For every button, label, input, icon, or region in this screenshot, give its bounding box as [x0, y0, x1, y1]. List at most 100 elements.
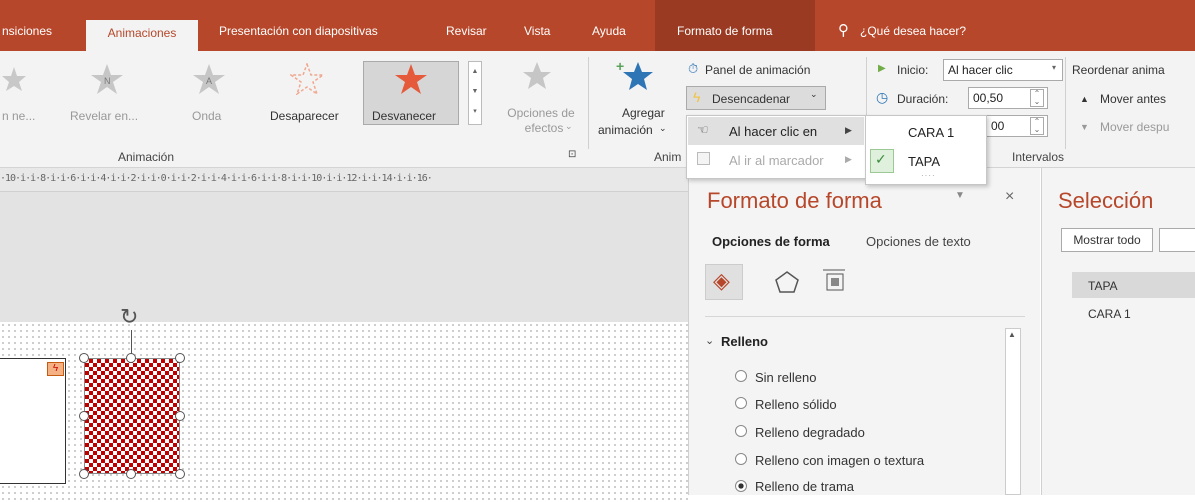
effect-options-button[interactable]: Opciones de — [506, 106, 576, 120]
option-label: Sin relleno — [755, 370, 817, 385]
resize-grip: ···· — [921, 171, 936, 180]
scroll-up-icon[interactable]: ▲ — [1008, 330, 1016, 339]
radio-sin-relleno[interactable] — [735, 370, 747, 382]
duracion-spinner[interactable]: ⌃ ⌄ — [1030, 89, 1044, 107]
mover-despues-button[interactable]: Mover despu — [1100, 120, 1169, 134]
pointer-hand-icon: ☜ — [697, 122, 709, 137]
close-icon[interactable]: × — [1005, 188, 1014, 206]
option-label: Relleno degradado — [755, 425, 865, 440]
shape-cara-1[interactable] — [0, 358, 66, 484]
resize-handle[interactable] — [175, 411, 185, 421]
ocultar-todo-button[interactable] — [1159, 228, 1195, 252]
pentagon-icon[interactable] — [774, 270, 800, 294]
selection-item[interactable]: TAPA — [1088, 279, 1118, 293]
add-animation-star-icon[interactable]: + — [616, 59, 654, 93]
inicio-select[interactable]: Al hacer clic — [943, 59, 1063, 81]
pane-title: Selección — [1058, 188, 1154, 213]
reordenar-label: Reordenar anima — [1072, 63, 1165, 77]
scrollbar[interactable] — [1005, 328, 1021, 495]
gallery-scroll[interactable]: ▲ ▼ ▾ — [468, 61, 482, 125]
option-label: Relleno de trama — [755, 479, 854, 494]
resize-handle[interactable] — [175, 469, 185, 479]
animation-pane-icon: ⏱ — [688, 61, 699, 76]
chevron-down-icon: ⌄ — [565, 121, 573, 131]
trigger-lightning-icon: ϟ — [47, 362, 64, 376]
radio-relleno-imagen[interactable] — [735, 453, 747, 465]
checkmark-glyph: ✓ — [875, 151, 887, 167]
tab-presentacion[interactable]: Presentación con diapositivas — [219, 24, 378, 38]
desencadenar-label: Desencadenar — [712, 92, 791, 106]
resize-handle[interactable] — [126, 469, 136, 479]
agregar-label2: animación — [598, 123, 653, 137]
submenu-arrow-icon: ▶ — [845, 125, 852, 135]
tab-ayuda[interactable]: Ayuda — [592, 24, 626, 38]
trigger-shape-submenu: CARA 1 ✓ TAPA ···· — [865, 115, 987, 185]
chevron-down-icon: ▾ — [1052, 63, 1057, 72]
tab-animaciones[interactable]: Animaciones — [86, 20, 198, 51]
dialog-launcher-icon[interactable]: ⊡ — [568, 149, 576, 160]
resize-handle[interactable] — [79, 469, 89, 479]
resize-handle[interactable] — [126, 353, 136, 363]
pane-options-icon[interactable]: ▼ — [955, 190, 965, 201]
size-properties-icon[interactable] — [821, 268, 847, 294]
rotate-handle-icon[interactable]: ↻ — [120, 304, 138, 330]
tab-transiciones[interactable]: nsiciones — [2, 24, 52, 38]
chevron-down-icon[interactable]: ⌄ — [705, 334, 714, 347]
mover-antes-button[interactable]: Mover antes — [1100, 92, 1166, 106]
horizontal-ruler: ·10·i·i·8·i·i·6·i·i·4·i·i·2·i·i·0·i·i·2·… — [0, 168, 688, 192]
tell-me-search[interactable]: ¿Qué desea hacer? — [860, 24, 966, 38]
panel-animacion-button[interactable]: Panel de animación — [705, 63, 810, 77]
radio-relleno-degradado[interactable] — [735, 425, 747, 437]
resize-handle[interactable] — [175, 353, 185, 363]
submenu-item-tapa[interactable]: TAPA — [908, 154, 940, 169]
clock-icon: ◷ — [876, 89, 889, 105]
radio-relleno-solido[interactable] — [735, 397, 747, 409]
submenu-arrow-icon: ▶ — [845, 154, 852, 164]
chevron-down-icon: ⌄ — [810, 89, 818, 99]
effect-options-star-icon — [523, 62, 551, 89]
option-label: Relleno con imagen o textura — [755, 453, 925, 468]
tab-formato-de-forma[interactable]: Formato de forma — [677, 24, 772, 38]
divider — [705, 316, 1025, 317]
pane-title: Formato de forma — [707, 188, 882, 213]
menu-item-al-ir-marcador: Al ir al marcador — [729, 153, 824, 168]
chevron-down-icon: ⌄ — [659, 123, 667, 133]
wave-star-icon[interactable]: A — [192, 63, 226, 95]
anim-item-label: Desvanecer — [372, 109, 437, 123]
selection-pane: Selección Mostrar todo TAPA CARA 1 — [1041, 168, 1195, 495]
inicio-label: Inicio: — [897, 63, 929, 77]
shape-tapa[interactable] — [84, 358, 180, 474]
slide-editor-area: ϟ ↻ — [0, 192, 688, 502]
ribbon: N A n ne... Revelar en... Onda Desaparec… — [0, 51, 1195, 168]
disappear-star-icon[interactable] — [290, 63, 324, 95]
selection-item[interactable]: CARA 1 — [1088, 307, 1131, 321]
group-label-intervalos: Intervalos — [1012, 150, 1065, 164]
mostrar-todo-button[interactable]: Mostrar todo — [1061, 228, 1153, 252]
divider — [1065, 57, 1066, 149]
tab-revisar[interactable]: Revisar — [446, 24, 487, 38]
lightbulb-icon: ⚲ — [838, 22, 849, 39]
duracion-label: Duración: — [897, 92, 949, 106]
agregar-button[interactable]: Agregar — [622, 106, 665, 120]
svg-text:A: A — [206, 76, 212, 86]
resize-handle[interactable] — [79, 353, 89, 363]
group-label-anim: Anim — [654, 150, 682, 164]
divider — [588, 57, 589, 149]
star-effect-icon — [2, 67, 26, 91]
tab-opciones-texto[interactable]: Opciones de texto — [866, 234, 971, 249]
reveal-star-icon[interactable]: N — [90, 63, 124, 95]
anim-item-label: Onda — [192, 109, 222, 123]
tab-vista[interactable]: Vista — [524, 24, 550, 38]
submenu-item-cara1[interactable]: CARA 1 — [908, 125, 954, 140]
radio-relleno-trama[interactable] — [735, 480, 747, 492]
down-arrow-icon: ▼ — [1080, 122, 1089, 132]
resize-handle[interactable] — [79, 411, 89, 421]
tab-opciones-forma[interactable]: Opciones de forma — [712, 234, 830, 249]
svg-text:N: N — [104, 76, 111, 86]
retraso-spinner[interactable]: ⌃ ⌄ — [1030, 117, 1044, 135]
lightning-icon: ϟ — [693, 89, 701, 105]
anim-item-label: Revelar en... — [70, 109, 139, 123]
svg-text:+: + — [616, 59, 624, 74]
section-relleno[interactable]: Relleno — [721, 334, 768, 349]
fade-star-icon — [395, 64, 427, 94]
